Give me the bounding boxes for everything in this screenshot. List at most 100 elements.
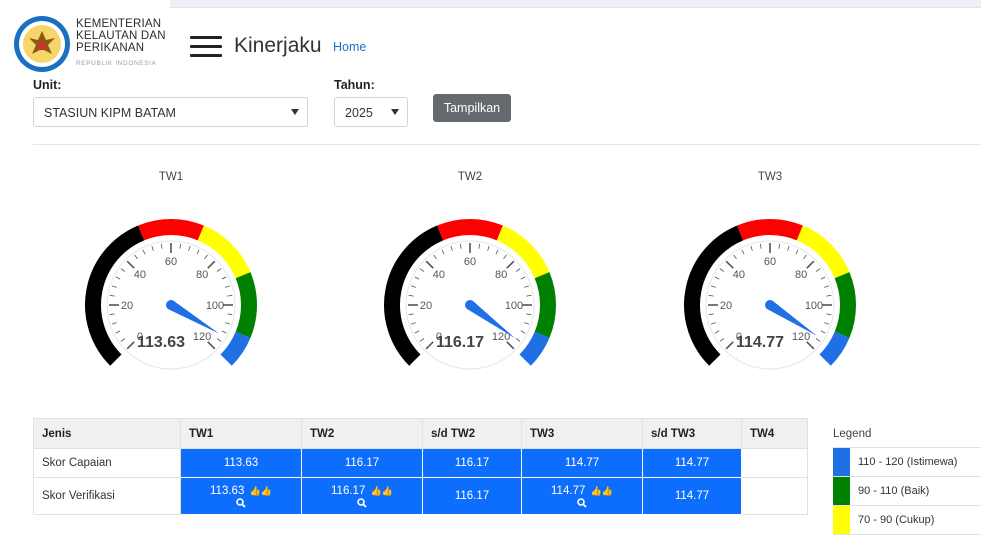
score-cell: 116.17 (301, 448, 423, 478)
show-button[interactable]: Tampilkan (433, 94, 511, 122)
gauge-tick-label: 40 (733, 269, 745, 281)
thumbs-up-icon: 👍👍 (370, 485, 393, 496)
table-header-row: Jenis TW1 TW2 s/d TW2 TW3 s/d TW3 TW4 (33, 418, 808, 449)
verified-cell: 113.63 👍👍 (180, 477, 302, 515)
garuda-emblem-icon (14, 16, 70, 72)
gauge-tick-label: 80 (795, 269, 807, 281)
unit-label: Unit: (33, 78, 62, 92)
legend-swatch (833, 448, 850, 476)
verified-cell: 116.17 (422, 477, 522, 515)
org-line-2: KELAUTAN DAN (76, 30, 166, 42)
gauge-band (138, 219, 204, 241)
gauge-value: 114.77 (736, 334, 784, 351)
org-subtitle: REPUBLIK INDONESIA (76, 60, 157, 67)
gauge-tw1: 020406080100120113.63 (85, 219, 257, 370)
gauge-band (737, 219, 803, 241)
gauge-band (235, 272, 257, 338)
legend-item: 70 - 90 (Cukup) (833, 506, 981, 535)
search-icon[interactable] (577, 497, 587, 508)
org-line-3: PERIKANAN (76, 42, 145, 54)
year-label: Tahun: (334, 78, 375, 92)
year-select-value: 2025 (345, 106, 373, 120)
legend-label: 110 - 120 (Istimewa) (858, 456, 958, 468)
org-line-1: KEMENTERIAN (76, 18, 162, 30)
gauge-tick-label: 80 (196, 269, 208, 281)
org-name: KEMENTERIAN KELAUTAN DAN PERIKANAN REPUB… (76, 18, 166, 70)
gauge-title-tw3: TW3 (757, 171, 783, 183)
gauge-tick-label: 80 (495, 269, 507, 281)
year-select[interactable]: 2025 (334, 97, 408, 127)
legend-label: 70 - 90 (Cukup) (858, 514, 935, 526)
gauge-needle-hub (465, 300, 475, 310)
row-label: Skor Verifikasi (33, 477, 181, 515)
score-cell: 113.63 (180, 448, 302, 478)
chevron-down-icon (291, 109, 299, 115)
table-row: Skor Verifikasi 113.63 👍👍 116.17 👍👍 116.… (33, 477, 808, 515)
gauge-tw3: 020406080100120114.77 (684, 219, 856, 370)
gauge-tick-label: 60 (165, 256, 177, 268)
gauge-tick-label: 100 (505, 300, 523, 312)
legend-item: 90 - 110 (Baik) (833, 477, 981, 506)
gauge-tick-label: 100 (805, 300, 823, 312)
row-label: Skor Capaian (33, 448, 181, 478)
score-cell: 114.77 (642, 448, 742, 478)
verified-value: 114.77 (551, 484, 586, 497)
unit-select-value: STASIUN KIPM BATAM (44, 106, 176, 120)
table-header: s/d TW3 (642, 418, 742, 449)
gauge-band (819, 331, 850, 366)
legend-item: 110 - 120 (Istimewa) (833, 448, 981, 477)
gauge-band (519, 331, 550, 366)
gauge-band (834, 272, 856, 338)
gauge-tick-label: 60 (764, 256, 776, 268)
gauge-tick-label: 120 (792, 331, 810, 343)
gauge-tw2: 020406080100120116.17 (384, 219, 556, 370)
gauge-tick-label: 120 (193, 331, 211, 343)
gauge-title-tw1: TW1 (158, 171, 184, 183)
verified-cell-empty (741, 477, 808, 515)
gauge-needle-hub (765, 300, 775, 310)
gauge-needle-hub (166, 300, 176, 310)
gauge-band (534, 272, 556, 338)
table-header: TW1 (180, 418, 302, 449)
table-header: TW2 (301, 418, 423, 449)
verified-cell: 114.77 (642, 477, 742, 515)
gauge-value: 113.63 (137, 334, 185, 351)
verified-value: 113.63 (210, 484, 245, 497)
app-title: Kinerjaku (234, 34, 322, 57)
verified-cell: 114.77 👍👍 (521, 477, 643, 515)
table-header: s/d TW2 (422, 418, 522, 449)
table-header: Jenis (33, 418, 181, 449)
search-icon[interactable] (357, 497, 367, 508)
table-header: TW3 (521, 418, 643, 449)
unit-select[interactable]: STASIUN KIPM BATAM (33, 97, 308, 127)
gauge-tick-label: 60 (464, 256, 476, 268)
gauge-band (220, 331, 251, 366)
gauge-tick-label: 100 (206, 300, 224, 312)
table-row: Skor Capaian 113.63 116.17 116.17 114.77… (33, 448, 808, 478)
verified-value: 116.17 (331, 484, 366, 497)
thumbs-up-icon: 👍👍 (249, 485, 272, 496)
divider (33, 144, 981, 145)
score-cell-empty (741, 448, 808, 478)
gauge-tick-label: 40 (433, 269, 445, 281)
verified-cell: 116.17 👍👍 (301, 477, 423, 515)
hamburger-menu-icon[interactable] (190, 36, 222, 60)
score-cell: 114.77 (521, 448, 643, 478)
gauge-value: 116.17 (436, 334, 484, 351)
gauge-title-tw2: TW2 (457, 171, 483, 183)
score-table: Jenis TW1 TW2 s/d TW2 TW3 s/d TW3 TW4 Sk… (33, 418, 808, 515)
gauge-band (437, 219, 503, 241)
legend-swatch (833, 477, 850, 505)
top-strip (170, 0, 981, 8)
score-cell: 116.17 (422, 448, 522, 478)
gauge-tick-label: 20 (420, 300, 432, 312)
home-link[interactable]: Home (333, 40, 366, 54)
gauge-tick-label: 40 (134, 269, 146, 281)
legend-label: 90 - 110 (Baik) (858, 485, 930, 497)
thumbs-up-icon: 👍👍 (590, 485, 613, 496)
gauge-tick-label: 20 (121, 300, 133, 312)
legend-title: Legend (833, 428, 872, 440)
chevron-down-icon (391, 109, 399, 115)
search-icon[interactable] (236, 497, 246, 508)
gauge-tick-label: 20 (720, 300, 732, 312)
